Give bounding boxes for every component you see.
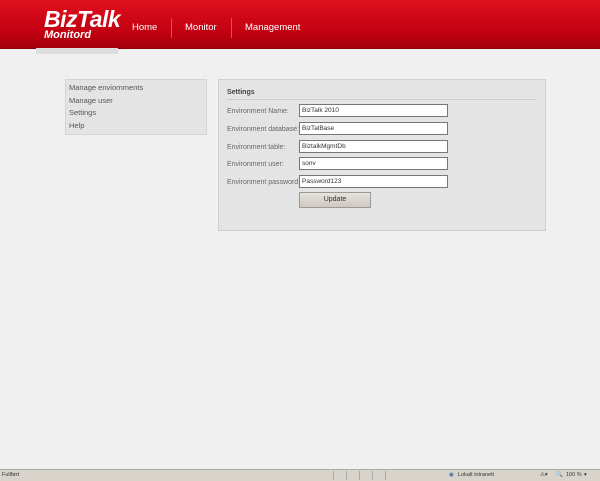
status-cell xyxy=(346,471,359,480)
env-database-input[interactable]: BizTalBase xyxy=(299,122,448,135)
zoom-icon: 🔍 xyxy=(556,472,563,478)
update-button[interactable]: Update xyxy=(299,192,371,208)
status-bar: Fullført ◉ Lokalt intranett ⚠▾ 🔍 100 % ▾ xyxy=(0,469,600,481)
env-user-label: Environment user: xyxy=(227,161,284,168)
nav-home[interactable]: Home xyxy=(132,22,157,33)
logo-shadow xyxy=(36,48,118,54)
zoom-level[interactable]: 100 % xyxy=(566,472,582,478)
protected-mode-icon[interactable]: ⚠▾ xyxy=(540,472,548,478)
status-cell xyxy=(385,471,398,480)
logo[interactable]: BizTalk Monitord xyxy=(44,6,121,41)
zone-text: Lokalt intranett xyxy=(458,472,495,478)
header: BizTalk Monitord Home Monitor Management xyxy=(0,0,600,49)
zoom-dropdown-icon[interactable]: ▾ xyxy=(584,472,587,478)
env-database-label: Environment database: xyxy=(227,126,299,133)
settings-panel: Settings Environment Name: BizTalk 2010 … xyxy=(218,79,546,231)
env-user-input[interactable]: sonv xyxy=(299,157,448,170)
sidebar-item-help[interactable]: Help xyxy=(66,120,206,133)
sidebar-item-settings[interactable]: Settings xyxy=(66,107,206,120)
nav-divider xyxy=(171,18,172,38)
status-cell xyxy=(333,471,346,480)
divider xyxy=(227,99,537,100)
env-password-label: Environment password: xyxy=(227,179,301,186)
status-cell xyxy=(372,471,385,480)
sidebar-item-manage-user[interactable]: Manage user xyxy=(66,95,206,108)
env-table-label: Environment table: xyxy=(227,144,286,151)
env-name-label: Environment Name: xyxy=(227,108,289,115)
nav-management[interactable]: Management xyxy=(245,22,300,33)
settings-title: Settings xyxy=(227,89,255,96)
logo-main: BizTalk xyxy=(44,6,121,32)
env-name-input[interactable]: BizTalk 2010 xyxy=(299,104,448,117)
status-cell xyxy=(359,471,372,480)
sidebar: Manage enviornments Manage user Settings… xyxy=(65,79,207,135)
nav-monitor[interactable]: Monitor xyxy=(185,22,217,33)
intranet-icon: ◉ xyxy=(449,472,454,478)
env-password-input[interactable]: Password123 xyxy=(299,175,448,188)
nav-divider xyxy=(231,18,232,38)
sidebar-item-manage-environments[interactable]: Manage enviornments xyxy=(66,82,206,95)
env-table-input[interactable]: BiztalkMgmtDb xyxy=(299,140,448,153)
status-text: Fullført xyxy=(2,472,20,478)
